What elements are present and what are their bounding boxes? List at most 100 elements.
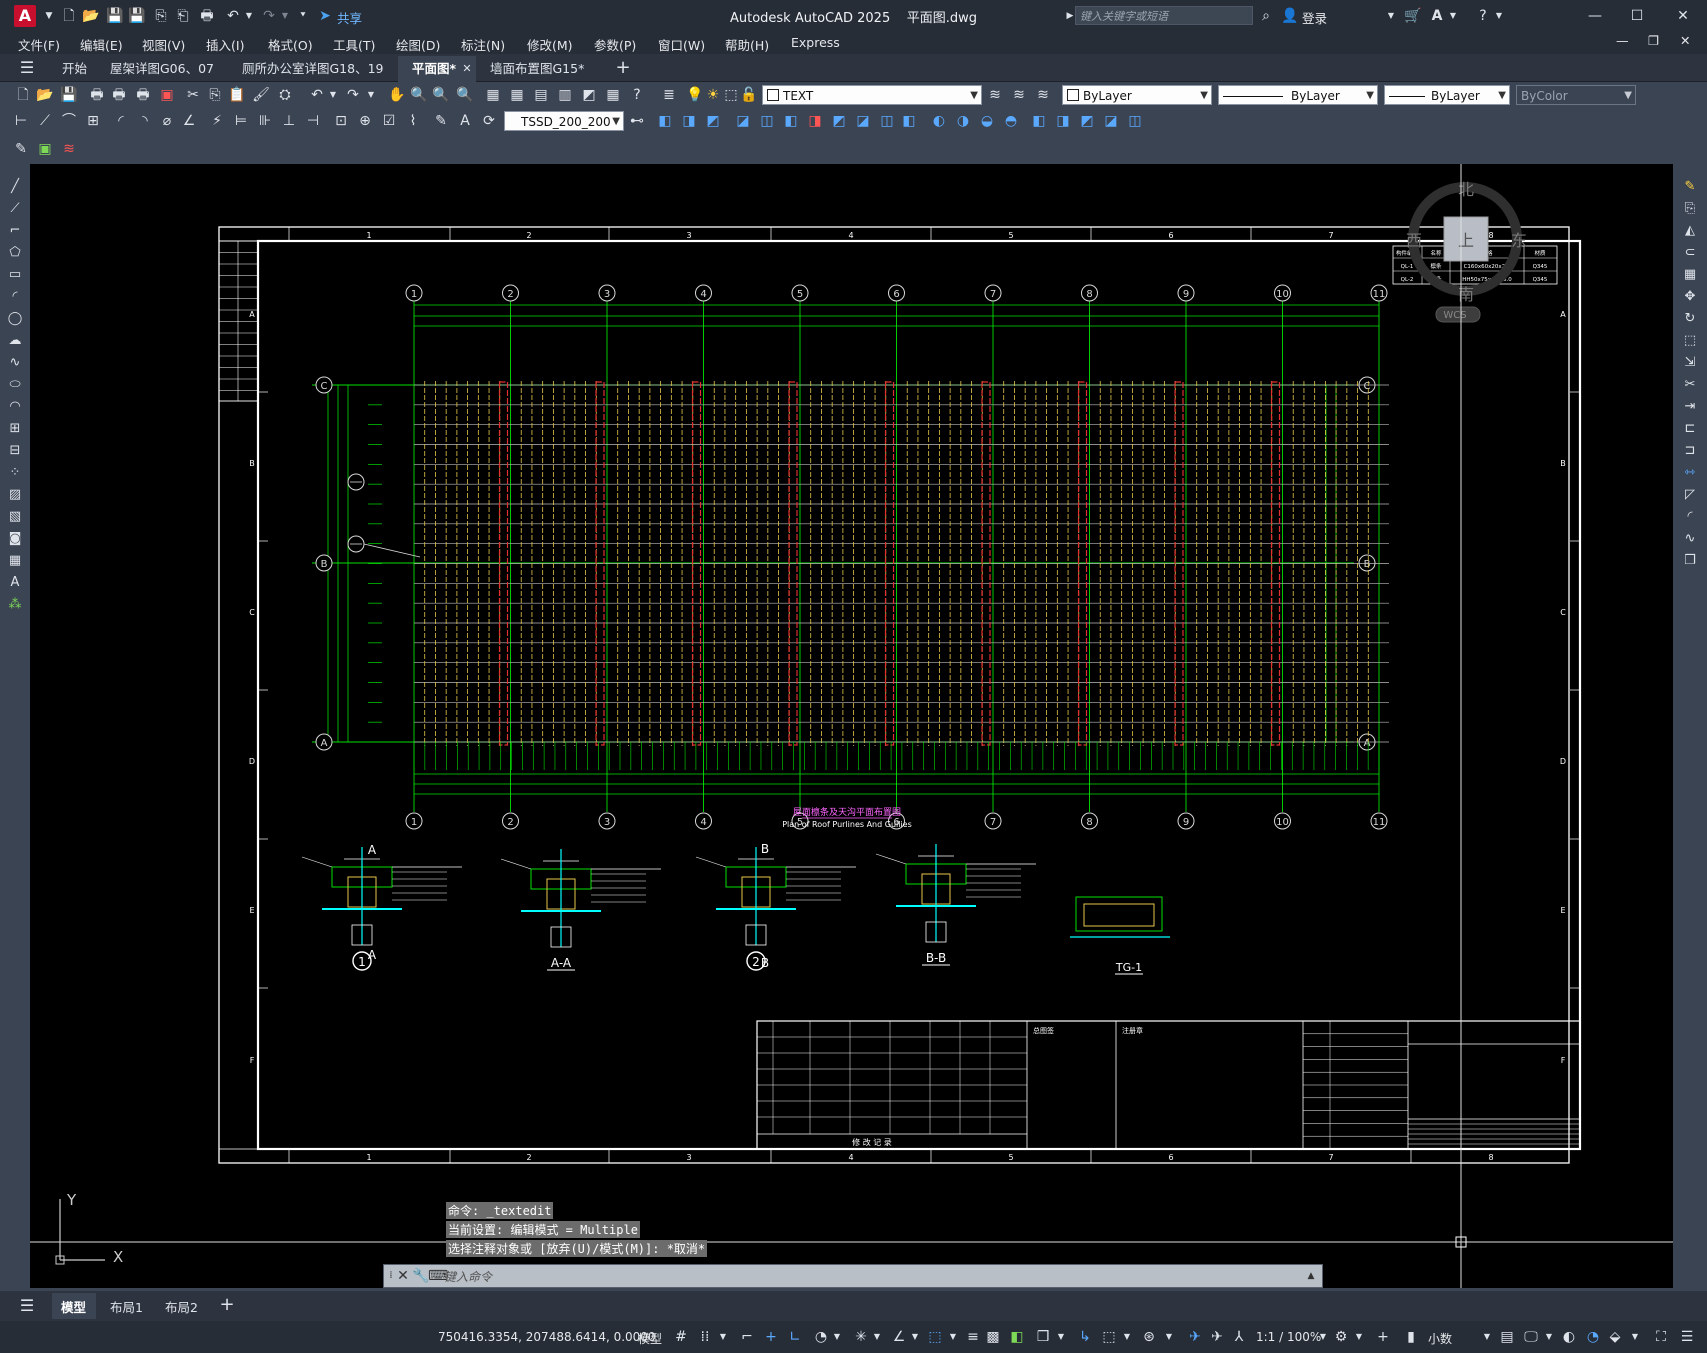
plot-preview-icon[interactable]: 🖶 [110, 86, 128, 104]
3d-osnap-icon[interactable]: ❒ [1034, 1328, 1052, 1346]
layer-states-icon[interactable]: ≋ [1034, 86, 1052, 104]
lineweight-display-icon[interactable]: ≡ [964, 1328, 982, 1346]
web-save-icon[interactable]: ⎗ [174, 7, 192, 25]
subtract-icon[interactable]: ◨ [806, 112, 824, 130]
block-attribute-icon[interactable]: ▣ [36, 140, 54, 158]
quick-properties-icon[interactable]: ▤ [1498, 1328, 1516, 1346]
menu-format[interactable]: 格式(O) [268, 35, 313, 54]
solid-box-icon[interactable]: ◧ [656, 112, 674, 130]
add-layout-plus-icon[interactable]: + [218, 1296, 236, 1314]
revcloud-tool-icon[interactable]: ☁ [6, 332, 24, 350]
hamburger-menu-icon[interactable]: ☰ [18, 59, 36, 77]
check-solid-icon[interactable]: ◫ [1126, 112, 1144, 130]
revolve-icon[interactable]: ◫ [758, 112, 776, 130]
dim-space-icon[interactable]: ⊥ [280, 112, 298, 130]
zoom-window-icon[interactable]: 🔍 [432, 86, 450, 104]
menu-edit[interactable]: 编辑(E) [80, 35, 123, 54]
selection-cycling-icon[interactable]: ◧ [1008, 1328, 1026, 1346]
hatch-tool-icon[interactable]: ▨ [6, 486, 24, 504]
doc-minimize-icon[interactable]: — [1616, 33, 1629, 48]
stretch-tool-icon[interactable]: ⇲ [1681, 354, 1699, 372]
markup-icon[interactable]: ◩ [580, 86, 598, 104]
construction-line-icon[interactable]: ⟋ [6, 200, 24, 218]
open-folder-icon[interactable]: 📂 [82, 7, 100, 25]
search-icon[interactable]: ⌕ [1257, 7, 1275, 25]
new-file-icon[interactable]: 🗋 [60, 7, 78, 25]
save-as-icon[interactable]: 💾 [128, 7, 146, 25]
sheet-set-icon[interactable]: ▥ [556, 86, 574, 104]
center-mark-icon[interactable]: ⊕ [356, 112, 374, 130]
plot-icon[interactable]: 🖶 [198, 7, 216, 25]
loft-icon[interactable]: ◑ [954, 112, 972, 130]
doc-restore-icon[interactable]: ❐ [1648, 33, 1659, 48]
ortho-icon[interactable]: ∟ [786, 1328, 804, 1346]
dim-aligned-icon[interactable]: ⟋ [36, 112, 54, 130]
ellipse-tool-icon[interactable]: ⬭ [6, 376, 24, 394]
workspace-dropdown-icon[interactable]: ▼ [1350, 1328, 1368, 1346]
isodraft-dropdown-icon[interactable]: ▼ [868, 1328, 886, 1346]
menu-express[interactable]: Express [791, 35, 840, 50]
layer-dropdown[interactable]: TEXT ▼ [762, 85, 982, 105]
copy-tool-icon[interactable]: ⎘ [1681, 200, 1699, 218]
minimize-icon[interactable]: — [1586, 7, 1604, 25]
mtext-tool-icon[interactable]: A [6, 574, 24, 592]
share-icon[interactable]: ➤ [316, 7, 334, 25]
menu-file[interactable]: 文件(F) [18, 35, 60, 54]
grid-icon[interactable]: # [672, 1328, 690, 1346]
spline-tool-icon[interactable]: ∿ [6, 354, 24, 372]
pan-icon[interactable]: ✋ [388, 86, 406, 104]
dynamic-ucs-icon[interactable]: ↳ [1076, 1328, 1094, 1346]
dynamic-input-icon[interactable]: + [762, 1328, 780, 1346]
dim-style-icon[interactable]: ⊷ [628, 112, 646, 130]
hardware-dropdown-icon[interactable]: ▼ [1626, 1328, 1644, 1346]
menu-view[interactable]: 视图(V) [142, 35, 185, 54]
break-point-icon[interactable]: ⊏ [1681, 420, 1699, 438]
mirror-tool-icon[interactable]: ◭ [1681, 222, 1699, 240]
new-tab-plus-icon[interactable]: + [614, 59, 632, 77]
customize-quick-access-icon[interactable]: ⯆ [294, 7, 312, 25]
dim-ordinate-icon[interactable]: ⊞ [84, 112, 102, 130]
fillet-tool-icon[interactable]: ◜ [1681, 508, 1699, 526]
command-line[interactable]: ⁞ ✕ 🔧 ⌨ 键入命令 ▲ [383, 1264, 1323, 1288]
layer-viewport-icon[interactable]: ⬚ [722, 86, 740, 104]
menu-window[interactable]: 窗口(W) [658, 35, 705, 54]
imprint-icon[interactable]: ◨ [1054, 112, 1072, 130]
viewcube-north-label[interactable]: 北 [1458, 180, 1474, 199]
tool-palettes-icon[interactable]: ▤ [532, 86, 550, 104]
layer-properties-icon[interactable]: ≣ [660, 86, 678, 104]
linetype-dropdown[interactable]: ByLayer ▼ [1218, 85, 1378, 105]
annotation-scale-dropdown-icon[interactable]: ▼ [1314, 1328, 1332, 1346]
tab-plan[interactable]: 平面图* [412, 58, 456, 80]
solid-cone-icon[interactable]: ◩ [704, 112, 722, 130]
trim-tool-icon[interactable]: ✂ [1681, 376, 1699, 394]
clean-icon[interactable]: ◪ [1102, 112, 1120, 130]
dim-text-edit-icon[interactable]: A [456, 112, 474, 130]
extrude-icon[interactable]: ◪ [734, 112, 752, 130]
customization-icon[interactable]: ☰ [1678, 1328, 1696, 1346]
command-history-toggle-icon[interactable]: ▲ [1302, 1267, 1320, 1285]
erase-tool-icon[interactable]: ✎ [1681, 178, 1699, 196]
help-toolbar-icon[interactable]: ? [628, 86, 646, 104]
jogged-linear-icon[interactable]: ⌇ [404, 112, 422, 130]
arc-tool-icon[interactable]: ◜ [6, 288, 24, 306]
inspection-icon[interactable]: ☑ [380, 112, 398, 130]
close-icon[interactable]: ✕ [1674, 7, 1692, 25]
viewcube[interactable]: 上 北 南 西 东 WCS [1406, 180, 1527, 323]
layer-previous-icon[interactable]: ≋ [1010, 86, 1028, 104]
annotation-scale-icon[interactable]: ⅄ [1230, 1328, 1248, 1346]
block-editor-icon[interactable]: ⛭ [276, 86, 294, 104]
units-icon[interactable]: ▮ [1402, 1328, 1420, 1346]
undo-dropdown-icon[interactable]: ▼ [240, 7, 258, 25]
region-tool-icon[interactable]: ◙ [6, 530, 24, 548]
login-button[interactable]: 登录 [1302, 8, 1327, 27]
clean-screen-icon[interactable]: ⛶ [1652, 1328, 1670, 1346]
union-icon[interactable]: ◧ [782, 112, 800, 130]
annotation-scale-value[interactable]: 1:1 / 100% [1256, 1330, 1321, 1344]
section-icon[interactable]: ◧ [900, 112, 918, 130]
plot-toolbar-icon[interactable]: 🖶 [88, 86, 106, 104]
chamfer-tool-icon[interactable]: ◸ [1681, 486, 1699, 504]
presspull-icon[interactable]: ◒ [978, 112, 996, 130]
viewcube-south-label[interactable]: 南 [1458, 285, 1474, 304]
annotation-visibility-icon[interactable]: ✈ [1186, 1328, 1204, 1346]
viewcube-west-label[interactable]: 西 [1406, 231, 1422, 250]
